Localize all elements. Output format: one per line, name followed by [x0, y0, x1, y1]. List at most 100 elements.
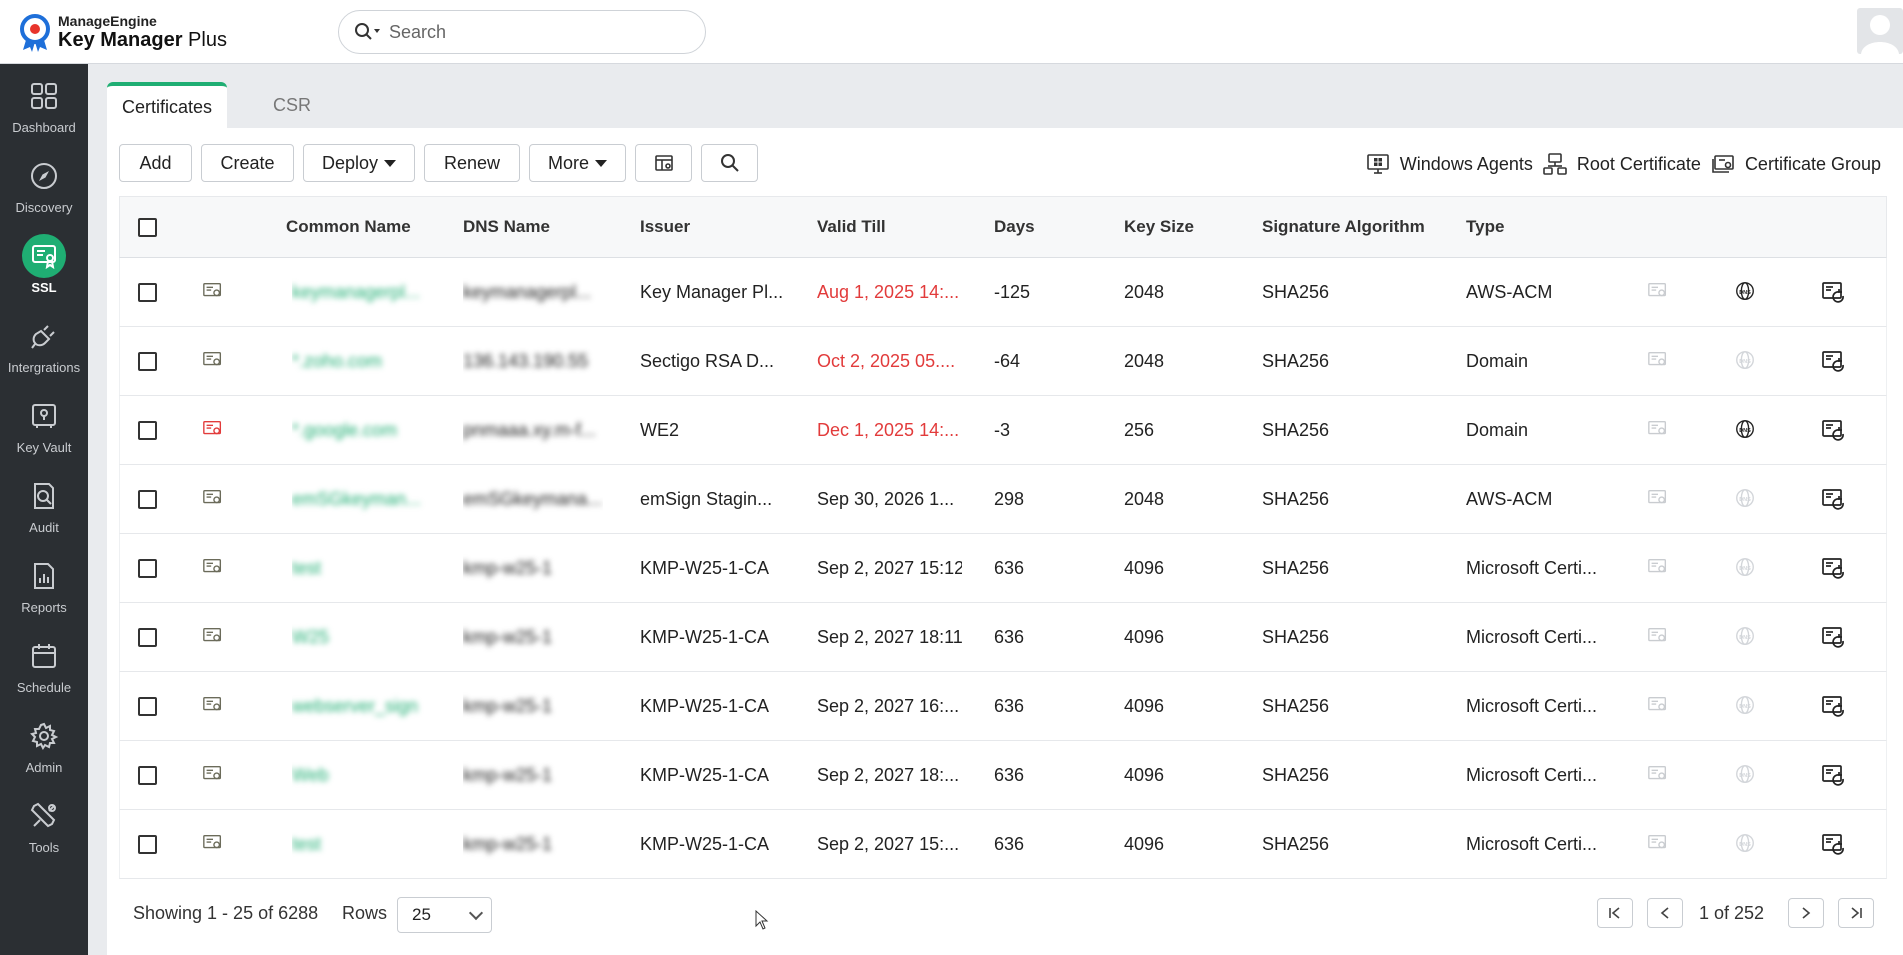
- sidebar-item-intergrations[interactable]: Intergrations: [0, 304, 88, 380]
- renew-certificate-icon[interactable]: [1821, 418, 1845, 442]
- dns-icon[interactable]: DNS: [1734, 349, 1758, 373]
- column-dns-name[interactable]: DNS Name: [463, 197, 550, 257]
- column-signature-algorithm[interactable]: Signature Algorithm: [1262, 197, 1425, 257]
- column-issuer[interactable]: Issuer: [640, 197, 690, 257]
- column-valid-till[interactable]: Valid Till: [817, 197, 886, 257]
- row-checkbox[interactable]: [138, 628, 157, 647]
- global-search[interactable]: [338, 10, 706, 54]
- deploy-button[interactable]: Deploy: [303, 144, 415, 182]
- renew-certificate-icon[interactable]: [1821, 487, 1845, 511]
- table-row[interactable]: emSGkeyman... emSGkeymana... emSign Stag…: [119, 465, 1887, 534]
- renew-certificate-icon[interactable]: [1821, 763, 1845, 787]
- column-type[interactable]: Type: [1466, 197, 1504, 257]
- renew-certificate-icon[interactable]: [1821, 832, 1845, 856]
- row-checkbox[interactable]: [138, 421, 157, 440]
- certificate-details-icon[interactable]: [1647, 625, 1671, 649]
- sidebar-item-key-vault[interactable]: Key Vault: [0, 384, 88, 460]
- renew-certificate-icon[interactable]: [1821, 556, 1845, 580]
- sidebar-item-reports[interactable]: Reports: [0, 544, 88, 620]
- column-common-name[interactable]: Common Name: [286, 197, 411, 257]
- dns-icon[interactable]: DNS: [1734, 280, 1758, 304]
- dns-icon[interactable]: DNS: [1734, 763, 1758, 787]
- rows-per-page-select[interactable]: 25: [397, 897, 492, 933]
- previous-page-button[interactable]: [1647, 898, 1683, 928]
- common-name-link[interactable]: keymanagerpl...: [292, 258, 432, 326]
- sidebar-item-admin[interactable]: Admin: [0, 704, 88, 780]
- dns-icon[interactable]: DNS: [1734, 556, 1758, 580]
- search-icon[interactable]: [353, 21, 381, 43]
- table-row[interactable]: *.zoho.com 136.143.190.55 Sectigo RSA D.…: [119, 327, 1887, 396]
- row-checkbox[interactable]: [138, 697, 157, 716]
- common-name-link[interactable]: *.zoho.com: [292, 327, 432, 395]
- table-row[interactable]: webserver_sign kmp-w25-1 KMP-W25-1-CA Se…: [119, 672, 1887, 741]
- row-checkbox[interactable]: [138, 835, 157, 854]
- certificate-details-icon[interactable]: [1647, 280, 1671, 304]
- sidebar-item-tools[interactable]: Tools: [0, 784, 88, 860]
- row-checkbox[interactable]: [138, 490, 157, 509]
- row-checkbox[interactable]: [138, 352, 157, 371]
- common-name-link[interactable]: test: [292, 810, 432, 878]
- windows-agents-link[interactable]: Windows Agents: [1366, 152, 1533, 176]
- sidebar-item-audit[interactable]: Audit: [0, 464, 88, 540]
- first-page-button[interactable]: [1597, 898, 1633, 928]
- add-button[interactable]: Add: [119, 144, 192, 182]
- table-row[interactable]: test kmp-w25-1 KMP-W25-1-CA Sep 2, 2027 …: [119, 534, 1887, 603]
- certificate-group-link[interactable]: Certificate Group: [1711, 152, 1881, 176]
- root-certificate-link[interactable]: Root Certificate: [1543, 152, 1701, 176]
- dns-icon[interactable]: DNS: [1734, 487, 1758, 511]
- tab-csr[interactable]: CSR: [237, 82, 347, 128]
- certificate-details-icon[interactable]: [1647, 349, 1671, 373]
- app-logo[interactable]: ManageEngine Key Manager Plus: [18, 12, 227, 52]
- sidebar-item-discovery[interactable]: Discovery: [0, 144, 88, 220]
- table-row[interactable]: W25 kmp-w25-1 KMP-W25-1-CA Sep 2, 2027 1…: [119, 603, 1887, 672]
- type-cell: Domain: [1466, 351, 1529, 371]
- vault-icon: [22, 394, 66, 438]
- column-key-size[interactable]: Key Size: [1124, 197, 1194, 257]
- certificate-group-icon: [1712, 155, 1734, 173]
- certificate-details-icon[interactable]: [1647, 556, 1671, 580]
- user-avatar[interactable]: [1857, 8, 1903, 54]
- table-row[interactable]: *.google.com pnmaaa.xy.m-f... WE2 Dec 1,…: [119, 396, 1887, 465]
- select-all-checkbox[interactable]: [138, 218, 157, 237]
- common-name-link[interactable]: W25: [292, 603, 432, 671]
- dns-icon[interactable]: DNS: [1734, 418, 1758, 442]
- search-input[interactable]: [389, 21, 689, 43]
- tab-certificates[interactable]: Certificates: [107, 82, 227, 128]
- sidebar-item-dashboard[interactable]: Dashboard: [0, 64, 88, 140]
- common-name-link[interactable]: *.google.com: [292, 396, 432, 464]
- renew-certificate-icon[interactable]: [1821, 625, 1845, 649]
- table-row[interactable]: Web kmp-w25-1 KMP-W25-1-CA Sep 2, 2027 1…: [119, 741, 1887, 810]
- sidebar-item-ssl[interactable]: SSL: [0, 224, 88, 300]
- common-name-link[interactable]: test: [292, 534, 432, 602]
- row-checkbox[interactable]: [138, 559, 157, 578]
- more-button[interactable]: More: [529, 144, 626, 182]
- row-checkbox[interactable]: [138, 283, 157, 302]
- row-checkbox[interactable]: [138, 766, 157, 785]
- certificate-details-icon[interactable]: [1647, 694, 1671, 718]
- common-name-link[interactable]: emSGkeyman...: [292, 465, 432, 533]
- column-days[interactable]: Days: [994, 197, 1035, 257]
- sidebar-item-schedule[interactable]: Schedule: [0, 624, 88, 700]
- certificate-details-icon[interactable]: [1647, 418, 1671, 442]
- column-chooser-button[interactable]: [635, 144, 692, 182]
- dns-icon[interactable]: DNS: [1734, 694, 1758, 718]
- certificate-details-icon[interactable]: [1647, 832, 1671, 856]
- certificate-details-icon[interactable]: [1647, 487, 1671, 511]
- table-row[interactable]: test kmp-w25-1 KMP-W25-1-CA Sep 2, 2027 …: [119, 810, 1887, 879]
- renew-certificate-icon[interactable]: [1821, 280, 1845, 304]
- dns-icon[interactable]: DNS: [1734, 625, 1758, 649]
- renew-certificate-icon[interactable]: [1821, 349, 1845, 373]
- dns-icon[interactable]: DNS: [1734, 832, 1758, 856]
- common-name-link[interactable]: webserver_sign: [292, 672, 432, 740]
- renew-button[interactable]: Renew: [424, 144, 520, 182]
- common-name-link[interactable]: Web: [292, 741, 432, 809]
- certificate-details-icon[interactable]: [1647, 763, 1671, 787]
- create-button[interactable]: Create: [201, 144, 294, 182]
- table-search-button[interactable]: [701, 144, 758, 182]
- next-page-button[interactable]: [1788, 898, 1824, 928]
- renew-certificate-icon[interactable]: [1821, 694, 1845, 718]
- table-row[interactable]: keymanagerpl... keymanagerpl... Key Mana…: [119, 258, 1887, 327]
- days-cell: 636: [994, 834, 1025, 854]
- last-page-button[interactable]: [1838, 898, 1874, 928]
- valid-till-cell: Dec 1, 2025 14:...: [817, 420, 960, 440]
